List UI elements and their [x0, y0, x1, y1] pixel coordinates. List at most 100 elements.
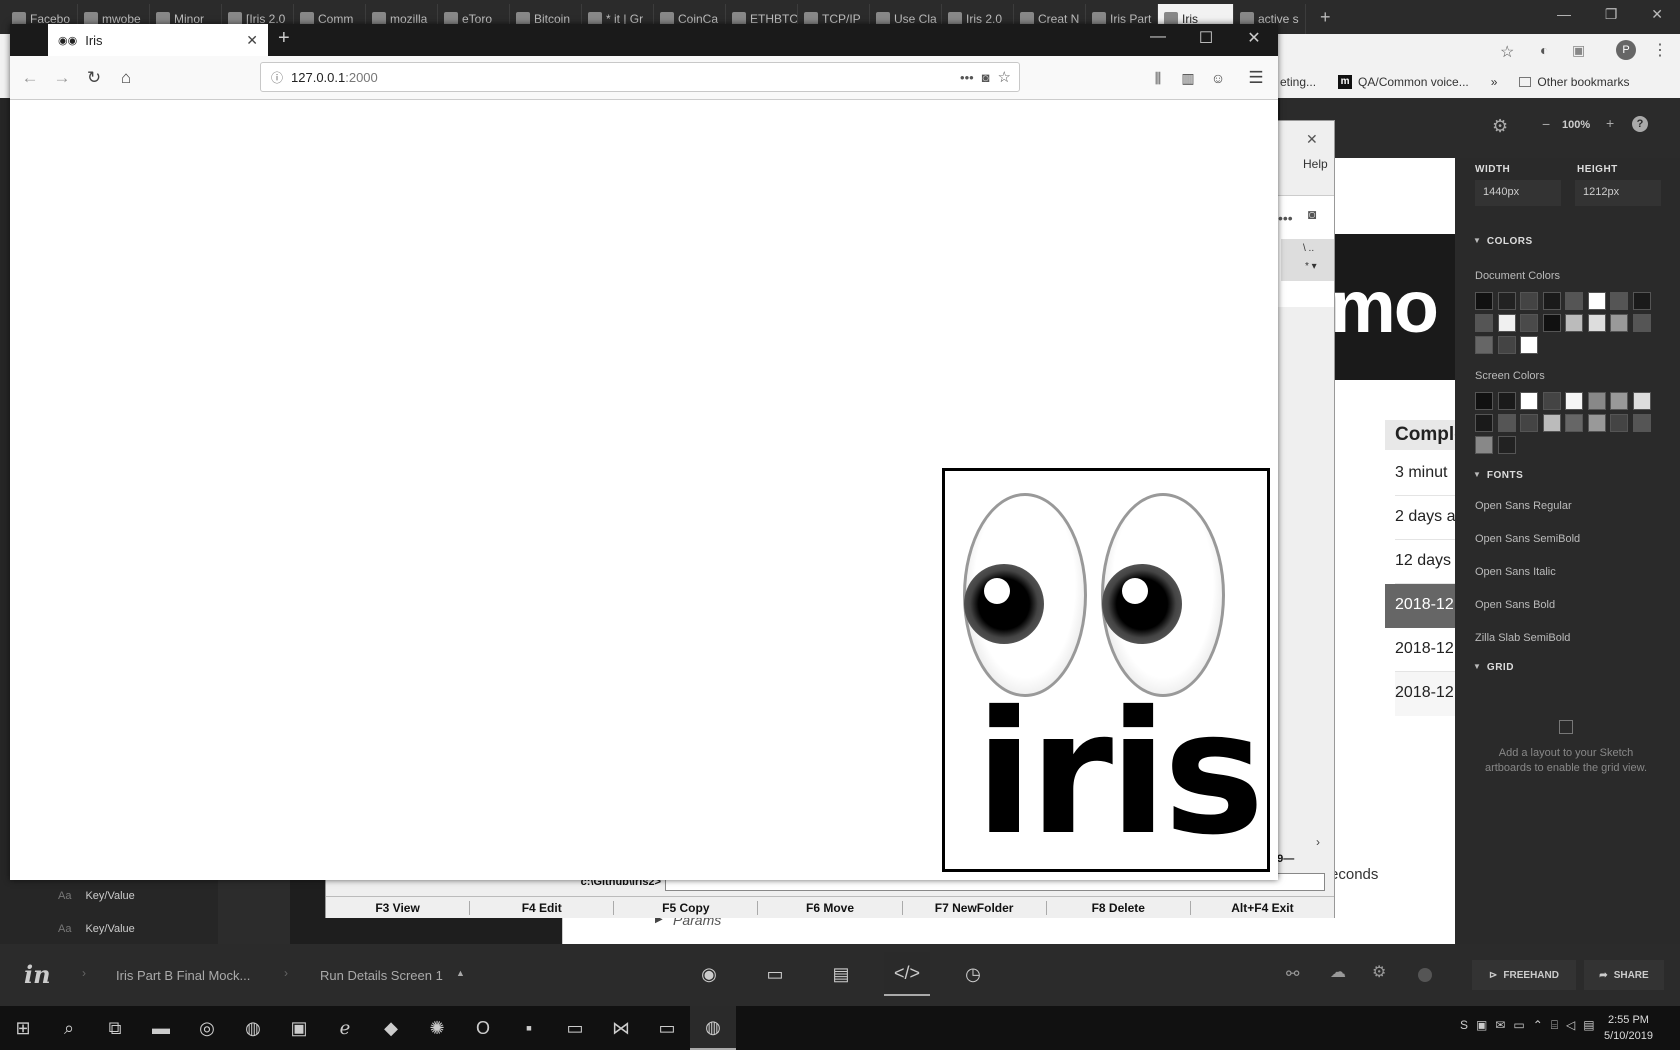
color-swatch[interactable]	[1632, 392, 1651, 410]
color-swatch[interactable]	[1610, 414, 1628, 432]
forward-icon[interactable]: →	[50, 66, 74, 90]
font-item[interactable]: Open Sans SemiBold	[1475, 533, 1580, 545]
gear-icon[interactable]: ⚙	[1492, 116, 1508, 137]
pocket-icon[interactable]: ◙	[982, 70, 990, 85]
volume-icon[interactable]: ◁	[1566, 1018, 1575, 1033]
color-swatch[interactable]	[1632, 292, 1651, 310]
bookmark-item[interactable]: m QA/Common voice...	[1338, 75, 1469, 89]
f8-delete-button[interactable]: F8 Delete	[1047, 900, 1191, 915]
color-swatch[interactable]	[1587, 414, 1606, 432]
layer-item[interactable]: Aa Key/Value	[58, 890, 135, 902]
invision-logo[interactable]: in	[24, 960, 51, 989]
firefox-icon[interactable]: ◍	[230, 1006, 276, 1050]
color-swatch[interactable]	[1497, 292, 1516, 310]
tray-icon[interactable]: ✉	[1495, 1018, 1505, 1033]
color-swatch[interactable]	[1565, 292, 1583, 310]
settings-gear-icon[interactable]: ⚙	[1372, 962, 1386, 982]
hamburger-menu-icon[interactable]: ☰	[1244, 66, 1268, 90]
back-icon[interactable]: ←	[18, 66, 42, 90]
more-icon[interactable]: •••	[1278, 210, 1293, 226]
f6-move-button[interactable]: F6 Move	[758, 900, 903, 915]
table-row-selected[interactable]: 2018-12	[1385, 584, 1455, 628]
font-item[interactable]: Open Sans Italic	[1475, 566, 1556, 578]
close-window-icon[interactable]: ✕	[1230, 28, 1278, 48]
tray-icon[interactable]: ▭	[1513, 1018, 1524, 1033]
screen-select-icon[interactable]: ▭	[752, 952, 798, 996]
f3-view-button[interactable]: F3 View	[326, 900, 471, 915]
color-swatch[interactable]	[1632, 414, 1651, 432]
color-swatch[interactable]	[1520, 292, 1538, 310]
color-swatch[interactable]	[1542, 292, 1561, 310]
minimize-icon[interactable]: —	[1557, 6, 1571, 28]
bookmark-star-icon[interactable]: ☆	[998, 68, 1011, 86]
account-icon[interactable]: ☺	[1206, 66, 1230, 90]
terminal-icon-2[interactable]: ▭	[644, 1006, 690, 1050]
pycharm-icon[interactable]: ▪	[506, 1006, 552, 1050]
color-swatch[interactable]	[1542, 314, 1561, 332]
grid-section-toggle[interactable]: ▼ GRID	[1473, 662, 1514, 673]
color-swatch[interactable]	[1497, 436, 1516, 454]
color-swatch[interactable]	[1610, 392, 1628, 410]
comment-icon[interactable]: ▤	[818, 952, 864, 996]
exit-button[interactable]: Alt+F4 Exit	[1191, 901, 1334, 915]
skype-icon[interactable]: S	[1460, 1018, 1468, 1033]
search-icon[interactable]: ⌕	[46, 1006, 92, 1050]
color-swatch[interactable]	[1587, 292, 1606, 310]
maximize-icon[interactable]: ❐	[1605, 6, 1618, 28]
color-swatch[interactable]	[1565, 392, 1583, 410]
bookmark-star-icon[interactable]: ☆	[1500, 42, 1514, 62]
bookmarks-overflow-icon[interactable]: »	[1491, 75, 1498, 89]
color-swatch[interactable]	[1610, 292, 1628, 310]
color-swatch[interactable]	[1520, 336, 1538, 354]
close-tab-icon[interactable]: ✕	[246, 32, 258, 49]
color-swatch[interactable]	[1587, 392, 1606, 410]
new-tab-icon[interactable]: +	[1320, 7, 1331, 28]
pocket-icon[interactable]: ◙	[1308, 206, 1316, 222]
chevron-up-icon[interactable]: ⌃	[1533, 1018, 1543, 1033]
color-swatch[interactable]	[1497, 314, 1516, 332]
table-row[interactable]: 2 days a	[1395, 496, 1455, 540]
save-disk-icon[interactable]: ▣	[276, 1006, 322, 1050]
home-icon[interactable]: ⌂	[114, 66, 138, 90]
bookmark-item[interactable]: eting...	[1280, 75, 1316, 89]
sidebar-icon[interactable]: ▥	[1176, 66, 1200, 90]
color-swatch[interactable]	[1475, 392, 1493, 410]
zoom-in-icon[interactable]: +	[1606, 115, 1614, 131]
zoom-out-icon[interactable]: −	[1542, 116, 1550, 132]
library-icon[interactable]: ⫼	[1146, 66, 1170, 90]
color-swatch[interactable]	[1520, 414, 1538, 432]
font-item[interactable]: Zilla Slab SemiBold	[1475, 632, 1570, 644]
color-swatch[interactable]	[1520, 392, 1538, 410]
color-swatch[interactable]	[1542, 414, 1561, 432]
height-field[interactable]: 1212px	[1575, 180, 1661, 206]
font-item[interactable]: Open Sans Bold	[1475, 599, 1555, 611]
table-row[interactable]: 2018-12	[1395, 672, 1455, 716]
color-swatch[interactable]	[1497, 414, 1516, 432]
page-actions-icon[interactable]: •••	[960, 70, 974, 85]
color-swatch[interactable]	[1497, 336, 1516, 354]
color-swatch[interactable]	[1520, 314, 1538, 332]
color-swatch[interactable]	[1610, 314, 1628, 332]
breadcrumb-screen[interactable]: Run Details Screen 1	[320, 968, 443, 983]
clock[interactable]: 2:55 PM 5/10/2019	[1604, 1012, 1653, 1044]
visual-studio-icon[interactable]: ⋈	[598, 1006, 644, 1050]
fonts-section-toggle[interactable]: ▼ FONTS	[1473, 470, 1523, 481]
firefox-tab[interactable]: ◉◉ Iris ✕	[48, 24, 268, 56]
new-tab-icon[interactable]: +	[278, 27, 290, 50]
maximize-icon[interactable]: ☐	[1182, 28, 1230, 48]
bookmark-item[interactable]: Other bookmarks	[1519, 75, 1629, 89]
scroll-right-icon[interactable]: ›	[1316, 835, 1320, 849]
color-swatch[interactable]	[1475, 436, 1493, 454]
reload-icon[interactable]: ↻	[82, 66, 106, 90]
extension-icon-2[interactable]: ▣	[1572, 42, 1585, 59]
color-swatch[interactable]	[1632, 314, 1651, 332]
extension-icon[interactable]: ◐	[1540, 42, 1548, 58]
f4-edit-button[interactable]: F4 Edit	[470, 900, 615, 915]
color-swatch[interactable]	[1587, 314, 1606, 332]
tray-icon[interactable]: ▣	[1476, 1018, 1487, 1033]
help-menu[interactable]: Help	[1303, 157, 1328, 171]
color-swatch[interactable]	[1475, 314, 1493, 332]
windows-start-icon[interactable]: ⊞	[0, 1006, 46, 1050]
layer-item[interactable]: Aa Key/Value	[58, 923, 135, 935]
cloud-icon[interactable]: ☁	[1330, 962, 1346, 982]
